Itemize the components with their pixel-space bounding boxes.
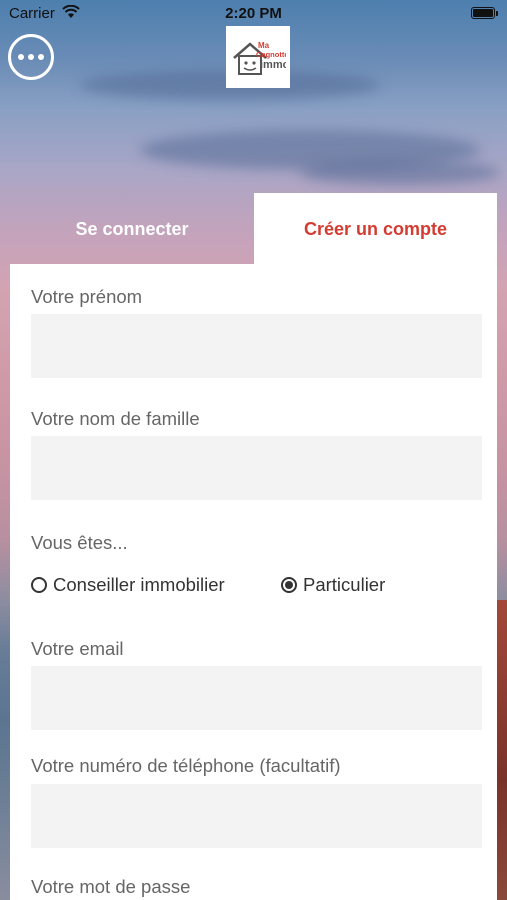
dot bbox=[38, 54, 44, 60]
signup-form: Votre prénom Votre nom de famille Vous ê… bbox=[10, 264, 497, 900]
dot bbox=[18, 54, 24, 60]
radio-label: Particulier bbox=[303, 574, 386, 595]
tab-login[interactable]: Se connecter bbox=[10, 193, 254, 265]
first-name-field[interactable] bbox=[31, 314, 482, 378]
role-label: Vous êtes... bbox=[31, 532, 128, 553]
radio-checked-icon bbox=[281, 577, 297, 593]
email-label: Votre email bbox=[31, 638, 124, 659]
app-logo: Ma Cagnotte immo bbox=[226, 26, 290, 88]
radio-unchecked-icon bbox=[31, 577, 47, 593]
clock: 2:20 PM bbox=[225, 5, 282, 22]
logo-text-ma: Ma bbox=[258, 41, 270, 50]
status-bar: Carrier 2:20 PM bbox=[0, 0, 507, 28]
logo-text-cagnotte: Cagnotte bbox=[256, 50, 286, 59]
role-radio-group: Conseiller immobilier Particulier bbox=[31, 574, 497, 600]
radio-particulier[interactable]: Particulier bbox=[281, 574, 385, 596]
first-name-label: Votre prénom bbox=[31, 286, 143, 307]
dot bbox=[28, 54, 34, 60]
phone-field[interactable] bbox=[31, 784, 482, 848]
logo-text-immo: immo bbox=[260, 59, 286, 71]
radio-label: Conseiller immobilier bbox=[53, 574, 225, 595]
cloud bbox=[300, 160, 500, 185]
phone-label: Votre numéro de téléphone (facultatif) bbox=[31, 755, 341, 776]
battery-icon bbox=[471, 7, 498, 19]
more-menu-button[interactable] bbox=[8, 34, 54, 80]
email-field[interactable] bbox=[31, 666, 482, 730]
tab-create-account[interactable]: Créer un compte bbox=[254, 193, 497, 265]
auth-tabs: Se connecter Créer un compte bbox=[10, 193, 497, 265]
radio-conseiller-immobilier[interactable]: Conseiller immobilier bbox=[31, 574, 225, 596]
password-label: Votre mot de passe bbox=[31, 876, 191, 897]
last-name-label: Votre nom de famille bbox=[31, 408, 200, 429]
last-name-field[interactable] bbox=[31, 436, 482, 500]
